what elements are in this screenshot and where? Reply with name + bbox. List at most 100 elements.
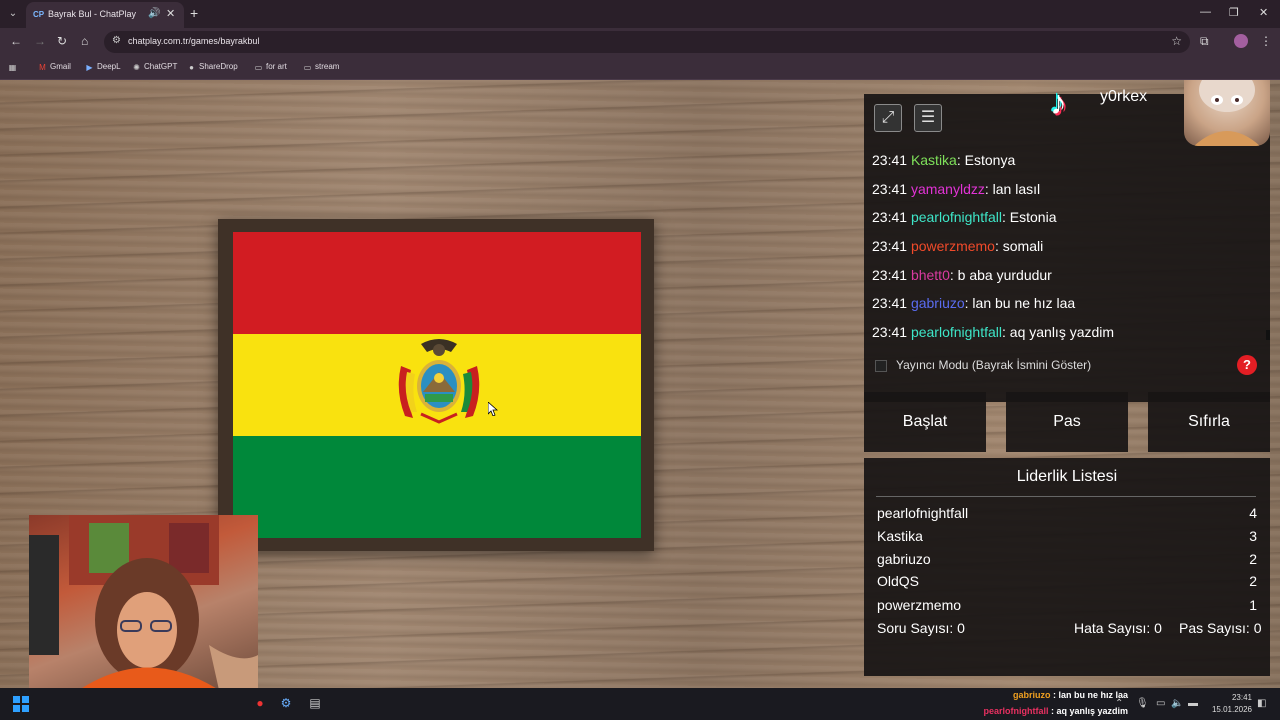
overlay-chat-line: gabriuzo : lan bu ne hız laa (1012, 690, 1128, 700)
question-count: Soru Sayısı: 0 (877, 620, 965, 636)
system-clock[interactable]: 23:41 15.01.2026 (1208, 692, 1252, 716)
browser-tab-bar: ⌄ CP Bayrak Bul - ChatPlay 🔊 ✕ + — ❐ ✕ (0, 0, 1280, 28)
flag-stripe-red (233, 232, 641, 334)
volume-icon[interactable]: 🔈 (1171, 698, 1183, 709)
profile-avatar[interactable] (1234, 34, 1248, 48)
player-score: 2 (1249, 573, 1257, 589)
notifications-icon[interactable]: ◧ (1257, 698, 1266, 709)
chat-username[interactable]: pearlofnightfall (911, 209, 1002, 225)
chat-username[interactable]: powerzmemo (911, 238, 995, 254)
game-page: ⤢ ☰ ♪ y0rkex 23:41 Kastika: Estonya 23:41… (0, 80, 1280, 688)
chat-time: 23:41 (872, 324, 908, 341)
bookmark-star-icon[interactable]: ☆ (1171, 34, 1182, 48)
streamer-mode-checkbox[interactable] (875, 360, 887, 372)
microphone-icon[interactable]: 🎙 (1136, 698, 1149, 709)
extensions-icon[interactable]: ⧉ (1200, 34, 1209, 49)
chat-username[interactable]: pearlofnightfall (911, 324, 1002, 340)
taskbar-app-icon[interactable]: ▤ (307, 696, 323, 712)
chat-time: 23:41 (872, 266, 908, 283)
taskbar-app-icon[interactable]: ● (252, 696, 268, 712)
back-icon[interactable]: ← (10, 34, 22, 48)
chat-message: 23:41 pearlofnightfall: Estonia (872, 209, 1057, 226)
chat-time: 23:41 (872, 152, 908, 168)
leaderboard-divider (876, 496, 1256, 497)
tab-search-icon[interactable]: ⌄ (6, 7, 20, 21)
menu-icon[interactable]: ⋮ (1260, 34, 1272, 48)
overlay-chat: gabriuzo : lan bu ne hız laa pearlofnight… (958, 688, 1128, 720)
network-icon[interactable]: ▭ (1156, 698, 1165, 709)
bookmark-folder-for-art[interactable]: ▭ for art (254, 62, 287, 72)
battery-icon[interactable]: ▬ (1188, 698, 1198, 709)
reload-icon[interactable]: ↻ (57, 34, 67, 48)
chat-message: 23:41 bhett0: b aba yurdudur (872, 266, 1052, 283)
avatar-illustration (1194, 80, 1260, 146)
webcam-overlay (29, 515, 258, 688)
leaderboard: Liderlik Listesi pearlofnightfall 4 Kast… (864, 458, 1270, 676)
reset-button[interactable]: Sıfırla (1148, 392, 1270, 452)
forward-icon[interactable]: → (34, 34, 46, 48)
overlay-chat-username: gabriuzo (1012, 690, 1051, 700)
bookmark-gmail[interactable]: M Gmail (38, 62, 71, 72)
chat-time: 23:41 (872, 238, 908, 255)
player-score: 4 (1249, 505, 1257, 521)
tab-close-icon[interactable]: ✕ (166, 7, 175, 20)
bookmark-sharedrop[interactable]: ● ShareDrop (187, 62, 238, 72)
home-icon[interactable]: ⌂ (81, 34, 88, 48)
chat-message: 23:41 pearlofnightfall: aq yanlış yazdim (872, 324, 1115, 341)
address-bar[interactable]: ⚙ chatplay.com.tr/games/bayrakbul ☆ (104, 31, 1190, 53)
start-button[interactable]: Başlat (864, 392, 986, 452)
chat-username[interactable]: Kastika (911, 152, 957, 168)
player-name: OldQS (877, 573, 920, 589)
tab-title: Bayrak Bul - ChatPlay (48, 9, 137, 19)
window-close-icon[interactable]: ✕ (1259, 6, 1268, 19)
pass-count: Pas Sayısı: 0 (1179, 620, 1262, 636)
leaderboard-title: Liderlik Listesi (1016, 468, 1118, 485)
chat-text: Estonya (964, 152, 1016, 168)
tray-chevron-icon[interactable]: ⌃ (1115, 698, 1123, 709)
player-score: 2 (1249, 551, 1257, 567)
bookmark-folder-stream[interactable]: ▭ stream (303, 62, 340, 72)
windows-taskbar: ● ⚙ ▤ gabriuzo : lan bu ne hız laa pearlo… (0, 688, 1280, 720)
chat-username[interactable]: gabriuzo (911, 295, 965, 311)
chat-message: 23:41 powerzmemo: somali (872, 238, 1044, 255)
browser-toolbar: ← → ↻ ⌂ ⚙ chatplay.com.tr/games/bayrakbu… (0, 28, 1280, 56)
bookmark-chatgpt[interactable]: ✺ ChatGPT (132, 62, 177, 72)
player-name: powerzmemo (877, 597, 962, 613)
chat-text: lan bu ne hız laa (972, 295, 1076, 312)
leaderboard-row: gabriuzo 2 (877, 551, 1257, 573)
site-info-icon[interactable]: ⚙ (112, 35, 121, 46)
overlay-chat-username: pearlofnightfall (983, 706, 1049, 716)
new-tab-button[interactable]: + (190, 5, 198, 21)
browser-tab[interactable]: CP Bayrak Bul - ChatPlay 🔊 ✕ (26, 2, 184, 28)
windows-start-icon[interactable] (13, 696, 29, 712)
fullscreen-button[interactable]: ⤢ (874, 104, 902, 132)
deepl-icon: ▶ (86, 63, 93, 72)
chat-text: lan lasıl (992, 180, 1041, 197)
maximize-icon[interactable]: ❐ (1229, 6, 1239, 19)
apps-grid-icon[interactable]: ▦ (8, 62, 20, 72)
leaderboard-row: Kastika 3 (877, 528, 1257, 550)
sharedrop-icon: ● (189, 63, 194, 72)
help-button[interactable]: ? (1237, 355, 1257, 375)
chat-scrollbar[interactable] (1266, 330, 1270, 340)
folder-icon: ▭ (303, 63, 312, 72)
coat-of-arms-emblem (398, 339, 480, 424)
player-score: 3 (1249, 528, 1257, 544)
chat-username[interactable]: yamanyldzz (911, 181, 985, 197)
tab-audio-icon[interactable]: 🔊 (148, 8, 160, 19)
chat-messages: 23:41 Kastika: Estonya 23:41 yamanyldzz: … (872, 146, 1264, 347)
chatgpt-icon: ✺ (133, 63, 140, 72)
chatplay-favicon-icon: CP (33, 10, 45, 19)
steam-icon[interactable]: ⚙ (278, 696, 294, 712)
player-name: gabriuzo (877, 551, 931, 567)
bookmarks-bar: ▦ M Gmail ▶ DeepL ✺ ChatGPT ● ShareDrop ▭ for… (0, 56, 1280, 80)
chat-username[interactable]: bhett0 (911, 267, 950, 283)
tiktok-logo-icon: ♪ (1050, 84, 1067, 122)
notes-button[interactable]: ☰ (914, 104, 942, 132)
leaderboard-row: OldQS 2 (877, 573, 1257, 595)
pass-button[interactable]: Pas (1006, 392, 1128, 452)
minimize-icon[interactable]: — (1200, 6, 1211, 18)
clock-date: 15.01.2026 (1211, 705, 1252, 714)
leaderboard-row: pearlofnightfall 4 (877, 505, 1257, 527)
bookmark-deepl[interactable]: ▶ DeepL (85, 62, 120, 72)
